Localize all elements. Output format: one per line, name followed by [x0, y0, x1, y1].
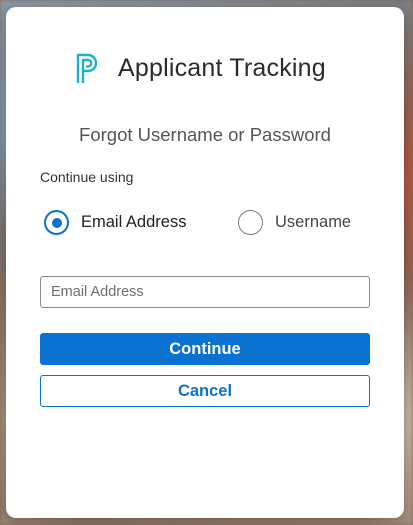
email-address-radio-button[interactable] — [44, 210, 69, 235]
brand-header: Applicant Tracking — [76, 53, 326, 83]
username-radio-button[interactable] — [238, 210, 263, 235]
cancel-button[interactable]: Cancel — [40, 375, 370, 407]
email-address-radio-label[interactable]: Email Address — [81, 213, 186, 232]
continue-using-label: Continue using — [40, 169, 134, 185]
forgot-credentials-dialog: Applicant Tracking Forgot Username or Pa… — [6, 7, 404, 518]
username-radio-option[interactable]: Username — [238, 210, 351, 235]
powerschool-p-logo-icon — [76, 53, 98, 83]
email-address-input[interactable] — [40, 276, 370, 308]
email-address-radio-option[interactable]: Email Address — [44, 210, 186, 235]
username-radio-label[interactable]: Username — [275, 213, 351, 232]
page-title: Forgot Username or Password — [79, 124, 331, 145]
app-title: Applicant Tracking — [118, 53, 326, 82]
continue-button[interactable]: Continue — [40, 333, 370, 365]
